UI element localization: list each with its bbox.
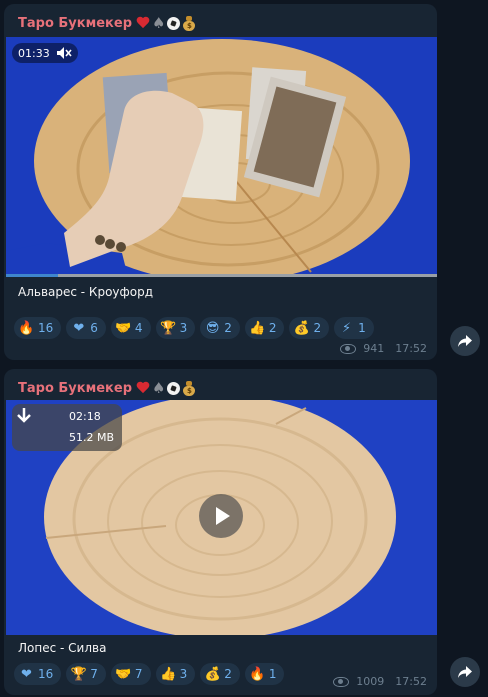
soccer-ball-icon [167,381,181,395]
video-progress-track[interactable] [6,274,437,277]
post-meta: 941 17:52 [340,342,427,355]
reaction-count: 2 [224,667,232,681]
reaction-lightning[interactable]: ⚡ 1 [334,317,374,339]
thumbs-up-icon: 👍 [159,666,177,682]
reaction-count: 1 [268,667,277,681]
heart-icon [136,382,150,395]
cool-face-icon: 😎 [205,320,220,336]
reaction-cool-face[interactable]: 😎 2 [200,317,240,339]
title-emoji-group: ♠ $ [136,14,196,32]
download-arrow-icon[interactable] [12,404,36,428]
reaction-trophy[interactable]: 🏆 7 [66,663,106,685]
reaction-money-bag[interactable]: 💰 2 [200,663,240,685]
lightning-icon: ⚡ [342,320,352,336]
reaction-count: 7 [134,667,143,681]
thumbs-up-icon: 👍 [249,320,266,336]
share-button[interactable] [450,326,480,356]
reaction-count: 7 [90,667,98,681]
reaction-money-bag[interactable]: 💰 2 [289,317,330,339]
reaction-count: 2 [313,321,322,335]
channel-name[interactable]: Таро Букмекер [18,381,132,396]
money-bag-icon: 💰 [293,320,311,336]
spade-icon: ♠ [152,14,166,32]
reaction-fire[interactable]: 🔥 1 [244,663,285,685]
money-bag-icon: $ [182,380,196,396]
money-bag-icon: 💰 [204,666,221,682]
view-count: 941 [363,342,385,355]
reaction-thumbs-up[interactable]: 👍 3 [155,663,196,685]
reaction-heart-on-fire[interactable]: ❤ 16 [14,663,62,685]
reaction-trophy[interactable]: 🏆 3 [155,317,196,339]
video-frame [6,37,437,277]
reactions-bar: ❤ 16 🏆 7 🤝 7 👍 3 💰 2 🔥 1 [14,663,285,685]
reaction-count: 6 [90,321,98,335]
post-caption: Лопес - Силва [18,641,107,655]
reactions-bar: 🔥 16 ❤ 6 🤝 4 🏆 3 😎 2 👍 2 💰 2 ⚡ 1 [14,317,374,339]
video-download-badge[interactable]: 02:18 51.2 MB [12,404,122,451]
heart-icon [136,17,150,30]
title-emoji-group: ♠ $ [136,379,196,397]
reaction-count: 1 [358,321,366,335]
trophy-icon: 🏆 [159,320,177,336]
handshake-icon: 🤝 [115,320,132,336]
reaction-heart-on-fire[interactable]: ❤ 6 [66,317,106,339]
channel-post: Таро Букмекер ♠ $ 01:33 Альварес - Кроуф… [4,4,437,360]
channel-title[interactable]: Таро Букмекер ♠ $ [18,378,196,398]
views-eye-icon [333,676,350,687]
spade-icon: ♠ [152,379,166,397]
channel-title[interactable]: Таро Букмекер ♠ $ [18,13,196,33]
share-arrow-icon [458,666,472,678]
post-time: 17:52 [395,342,427,355]
video-progress-fill [6,274,58,277]
reaction-thumbs-up[interactable]: 👍 2 [244,317,285,339]
muted-speaker-icon[interactable] [56,46,72,60]
post-time: 17:52 [395,675,427,688]
reaction-count: 2 [268,321,277,335]
reaction-count: 16 [38,667,54,681]
video-time: 01:33 [18,46,50,60]
reaction-count: 2 [224,321,232,335]
soccer-ball-icon [167,16,181,30]
reaction-count: 4 [134,321,143,335]
reaction-count: 3 [179,321,188,335]
post-meta: 1009 17:52 [333,675,427,688]
channel-name[interactable]: Таро Букмекер [18,16,132,31]
video-file-size: 51.2 MB [69,431,115,444]
reaction-handshake[interactable]: 🤝 7 [110,663,151,685]
view-count: 1009 [356,675,385,688]
views-eye-icon [340,343,357,354]
reaction-fire[interactable]: 🔥 16 [14,317,62,339]
share-button[interactable] [450,657,480,687]
video-player[interactable]: 02:18 51.2 MB [6,400,437,635]
video-duration: 02:18 [69,410,101,423]
handshake-icon: 🤝 [115,666,132,682]
play-button[interactable] [199,494,243,538]
post-caption: Альварес - Кроуфорд [18,285,154,299]
share-arrow-icon [458,335,472,347]
heart-on-fire-icon: ❤ [73,320,85,336]
reaction-count: 16 [38,321,54,335]
fire-icon: 🔥 [18,320,35,336]
reaction-count: 3 [179,667,188,681]
trophy-icon: 🏆 [70,666,87,682]
money-bag-icon: $ [182,15,196,31]
reaction-handshake[interactable]: 🤝 4 [110,317,151,339]
heart-on-fire-icon: ❤ [21,666,32,682]
channel-post: Таро Букмекер ♠ $ 02:18 51.2 MB Лопес - … [4,369,437,695]
fire-icon: 🔥 [249,666,266,682]
video-player[interactable]: 01:33 [6,37,437,277]
video-time-badge[interactable]: 01:33 [12,43,78,63]
